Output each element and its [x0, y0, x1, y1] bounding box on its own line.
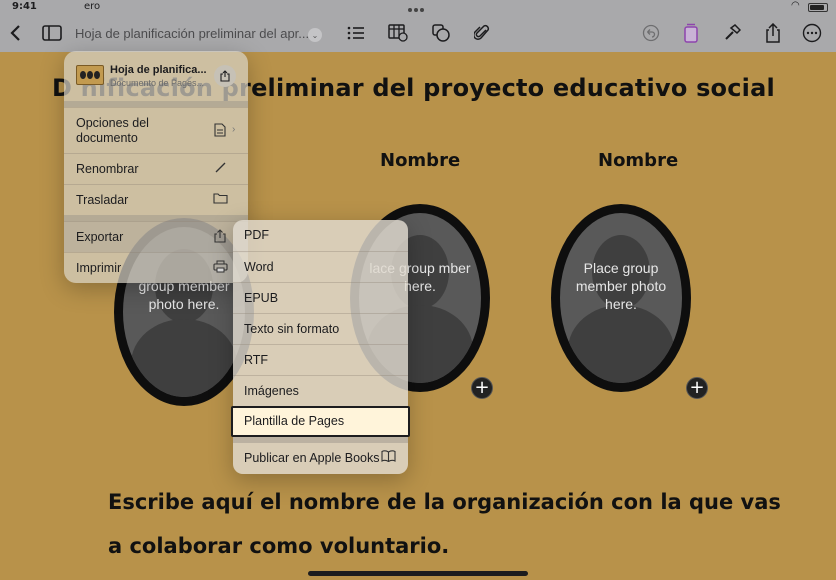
body-line-2: a colaborar como voluntario.: [108, 534, 450, 558]
undo-icon[interactable]: [640, 22, 662, 44]
body-paragraph[interactable]: Escribe aquí el nombre de la organizació…: [108, 480, 788, 568]
pencil-icon: [212, 161, 228, 177]
silhouette-shoulders: [131, 319, 237, 397]
submenu-item-label: EPUB: [244, 291, 279, 305]
status-bar: 9:41 ero ◠: [0, 0, 836, 14]
menu-item-label: Opciones del documento: [76, 116, 149, 145]
title-chevron-down-icon[interactable]: ⌄: [308, 28, 322, 42]
submenu-item-label: Texto sin formato: [244, 322, 340, 336]
printer-icon: [212, 260, 228, 276]
menu-header[interactable]: Hoja de planifica... Documento de Pages.…: [64, 51, 248, 101]
format-brush-icon[interactable]: [680, 22, 702, 44]
folder-icon: [212, 192, 228, 208]
export-pdf[interactable]: PDF: [233, 220, 408, 251]
menu-item-label: Imprimir: [76, 261, 122, 275]
status-time: 9:41: [12, 1, 37, 12]
submenu-item-label: PDF: [244, 228, 269, 242]
header-share-icon[interactable]: [214, 65, 236, 87]
status-date: ero: [84, 1, 101, 12]
menu-item-export[interactable]: Exportar: [64, 221, 248, 252]
export-pages-template[interactable]: Plantilla de Pages: [231, 406, 410, 437]
submenu-item-label: Publicar en Apple Books: [244, 451, 380, 465]
add-photo-button-3[interactable]: +: [686, 377, 708, 399]
name-label-1[interactable]: Nombre: [380, 150, 460, 171]
document-title-button[interactable]: Hoja de planificación preliminar del apr…: [75, 26, 309, 41]
export-submenu: PDF Word EPUB Texto sin formato RTF Imág…: [231, 220, 410, 474]
menu-item-label: Exportar: [76, 230, 124, 244]
menu-item-document-options[interactable]: Opciones del documento ›: [64, 107, 248, 153]
photo-placeholder-text: Place group member photo here.: [575, 260, 667, 312]
export-rtf[interactable]: RTF: [233, 344, 408, 375]
export-word[interactable]: Word: [233, 251, 408, 282]
name-label-2[interactable]: Nombre: [598, 150, 678, 171]
battery-icon: [808, 3, 828, 12]
share-icon[interactable]: [762, 22, 784, 44]
more-icon[interactable]: [801, 22, 823, 44]
toolbar: Hoja de planificación preliminar del apr…: [0, 14, 836, 52]
home-indicator[interactable]: [308, 571, 528, 576]
shapes-icon[interactable]: [430, 22, 452, 44]
submenu-item-label: Word: [244, 260, 274, 274]
photo-placeholder-3[interactable]: Place group member photo here.: [551, 204, 691, 392]
menu-item-label: Trasladar: [76, 193, 129, 207]
book-icon: [381, 450, 396, 465]
body-line-1: Escribe aquí el nombre de la organizació…: [108, 490, 781, 514]
back-chevron-icon[interactable]: [4, 22, 26, 44]
silhouette-shoulders: [568, 305, 674, 383]
submenu-item-label: Plantilla de Pages: [244, 414, 345, 428]
multitasking-dots-icon[interactable]: [408, 4, 428, 12]
paperclip-icon[interactable]: [471, 22, 493, 44]
menu-item-move[interactable]: Trasladar: [64, 184, 248, 215]
publish-apple-books[interactable]: Publicar en Apple Books: [233, 443, 408, 474]
menu-header-subtitle: Documento de Pages...: [110, 78, 205, 88]
export-images[interactable]: Imágenes: [233, 375, 408, 406]
submenu-item-label: Imágenes: [244, 384, 299, 398]
document-menu: Hoja de planifica... Documento de Pages.…: [64, 51, 248, 283]
menu-item-label: Renombrar: [76, 162, 139, 176]
hammer-icon[interactable]: [721, 22, 743, 44]
export-share-icon: [212, 229, 228, 245]
menu-item-rename[interactable]: Renombrar: [64, 153, 248, 184]
table-icon[interactable]: [387, 22, 409, 44]
menu-item-print[interactable]: Imprimir: [64, 252, 248, 283]
document-icon: [212, 123, 228, 139]
document-thumbnail: [76, 65, 104, 85]
sidebar-toggle-icon[interactable]: [41, 22, 63, 44]
list-icon[interactable]: [345, 22, 367, 44]
add-photo-button-2[interactable]: +: [471, 377, 493, 399]
wifi-icon: ◠: [791, 0, 800, 11]
submenu-item-label: RTF: [244, 353, 269, 367]
chevron-right-icon: ›: [232, 124, 236, 135]
export-plain-text[interactable]: Texto sin formato: [233, 313, 408, 344]
menu-header-title: Hoja de planifica...: [110, 64, 207, 76]
export-epub[interactable]: EPUB: [233, 282, 408, 313]
